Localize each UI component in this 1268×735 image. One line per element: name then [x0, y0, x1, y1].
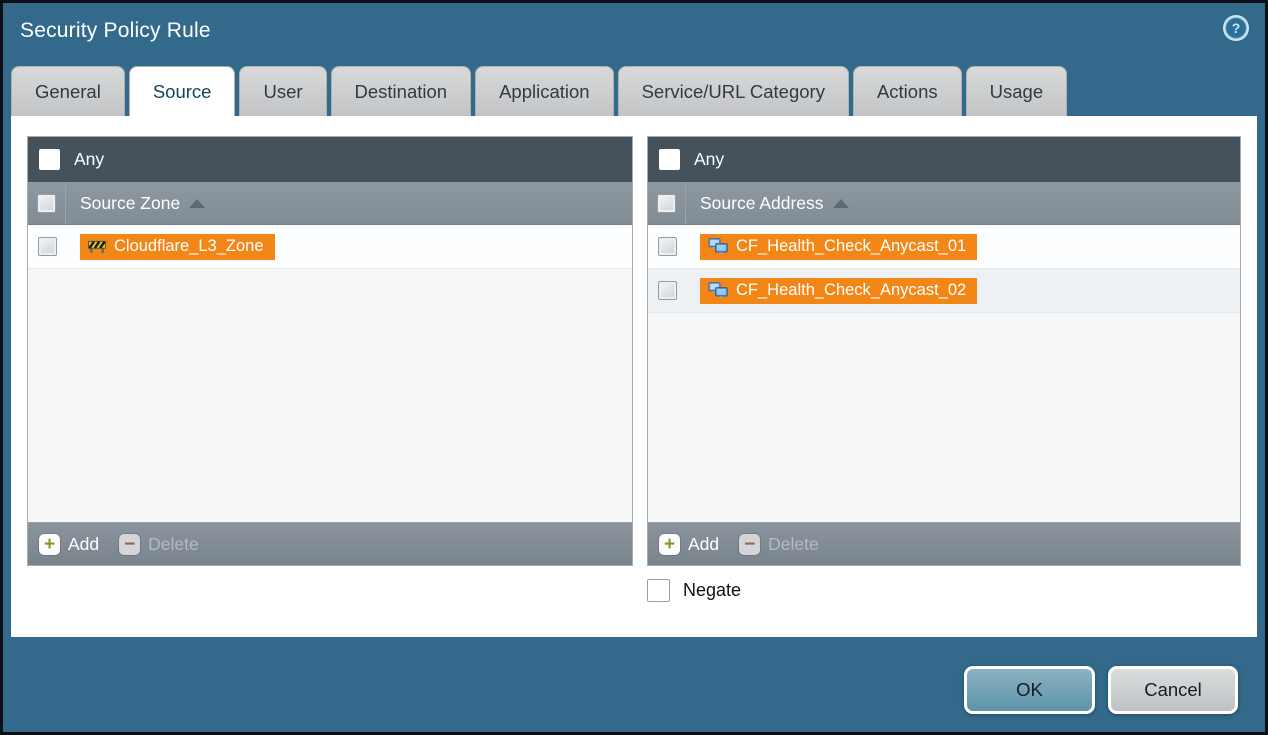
- tab-application[interactable]: Application: [475, 66, 614, 116]
- tab-destination[interactable]: Destination: [331, 66, 472, 116]
- panel-footer: + Add − Delete: [28, 522, 632, 565]
- page-title: Security Policy Rule: [20, 19, 211, 43]
- negate-checkbox[interactable]: [647, 579, 670, 602]
- plus-icon: +: [659, 534, 680, 555]
- address-icon: [708, 282, 728, 298]
- help-question-icon[interactable]: ?: [1222, 14, 1250, 42]
- row-chip-cf-health-check-anycast-01[interactable]: CF_Health_Check_Anycast_01: [700, 234, 977, 260]
- any-label: Any: [694, 149, 724, 170]
- ok-button[interactable]: OK: [964, 666, 1095, 714]
- any-checkbox[interactable]: [659, 149, 680, 170]
- source-panels: Any Source Zone Cloudflare_L3_Zone: [27, 136, 1241, 566]
- panel-footer: + Add − Delete: [648, 522, 1240, 565]
- any-header-row: Any: [28, 137, 632, 182]
- dialog-actions: OK Cancel: [964, 666, 1238, 714]
- column-header-source-zone[interactable]: Source Zone: [80, 193, 180, 214]
- delete-button[interactable]: − Delete: [739, 534, 819, 555]
- tab-content: Any Source Zone Cloudflare_L3_Zone: [11, 116, 1257, 637]
- table-row: CF_Health_Check_Anycast_01: [648, 225, 1240, 269]
- security-policy-rule-dialog: Security Policy Rule ? GeneralSourceUser…: [3, 3, 1265, 732]
- tab-user[interactable]: User: [239, 66, 326, 116]
- row-list: Cloudflare_L3_Zone: [28, 225, 632, 522]
- tab-service-url-category[interactable]: Service/URL Category: [618, 66, 849, 116]
- sort-ascending-icon[interactable]: [189, 199, 205, 208]
- row-checkbox[interactable]: [658, 281, 677, 300]
- source-zone-panel: Any Source Zone Cloudflare_L3_Zone: [27, 136, 633, 566]
- add-button[interactable]: + Add: [39, 534, 99, 555]
- column-header-row: Source Address: [648, 182, 1240, 225]
- table-row: CF_Health_Check_Anycast_02: [648, 269, 1240, 313]
- tab-usage[interactable]: Usage: [966, 66, 1067, 116]
- any-label: Any: [74, 149, 104, 170]
- select-all-checkbox[interactable]: [37, 194, 56, 213]
- column-header-row: Source Zone: [28, 182, 632, 225]
- table-row: Cloudflare_L3_Zone: [28, 225, 632, 269]
- tab-actions[interactable]: Actions: [853, 66, 962, 116]
- tab-general[interactable]: General: [11, 66, 125, 116]
- minus-icon: −: [739, 534, 760, 555]
- row-chip-cf-health-check-anycast-02[interactable]: CF_Health_Check_Anycast_02: [700, 278, 977, 304]
- row-list: CF_Health_Check_Anycast_01 CF_Health_Che…: [648, 225, 1240, 522]
- add-button[interactable]: + Add: [659, 534, 719, 555]
- svg-text:?: ?: [1232, 20, 1241, 36]
- address-icon: [708, 238, 728, 254]
- dialog-titlebar: Security Policy Rule ?: [3, 3, 1265, 63]
- row-chip-cloudflare-l3-zone[interactable]: Cloudflare_L3_Zone: [80, 234, 275, 260]
- any-header-row: Any: [648, 137, 1240, 182]
- tab-source[interactable]: Source: [129, 66, 236, 116]
- select-all-checkbox[interactable]: [657, 194, 676, 213]
- sort-ascending-icon[interactable]: [833, 199, 849, 208]
- tab-bar: GeneralSourceUserDestinationApplicationS…: [11, 66, 1257, 116]
- column-header-source-address[interactable]: Source Address: [700, 193, 824, 214]
- any-checkbox[interactable]: [39, 149, 60, 170]
- plus-icon: +: [39, 534, 60, 555]
- minus-icon: −: [119, 534, 140, 555]
- negate-row: Negate: [647, 579, 741, 602]
- delete-button[interactable]: − Delete: [119, 534, 199, 555]
- negate-label: Negate: [683, 580, 741, 601]
- zone-icon: [88, 239, 106, 254]
- source-address-panel: Any Source Address CF_Health_Check_Anyc: [647, 136, 1241, 566]
- row-checkbox[interactable]: [658, 237, 677, 256]
- row-checkbox[interactable]: [38, 237, 57, 256]
- cancel-button[interactable]: Cancel: [1108, 666, 1238, 714]
